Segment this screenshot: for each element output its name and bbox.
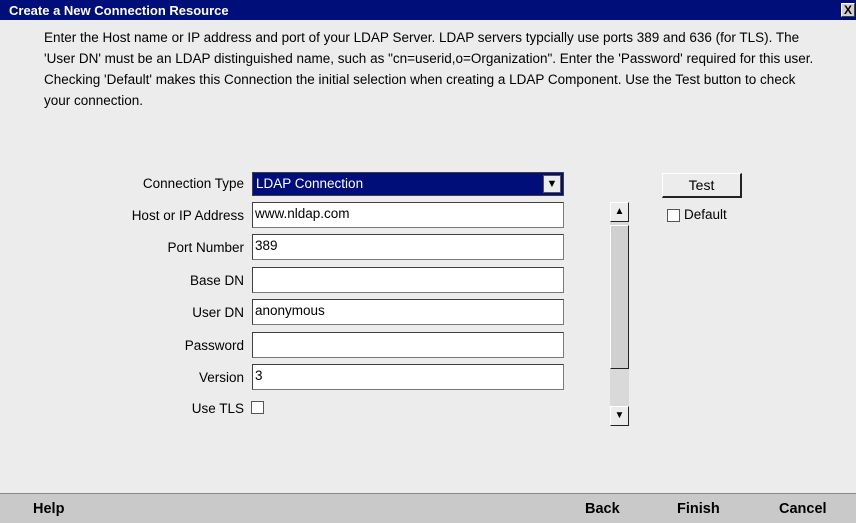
test-button[interactable]: Test xyxy=(662,173,742,198)
version-label: Version xyxy=(198,370,244,385)
back-button[interactable]: Back xyxy=(585,501,620,517)
port-input[interactable]: 389 xyxy=(252,234,564,260)
close-button[interactable]: X xyxy=(841,3,855,17)
use-tls-checkbox[interactable] xyxy=(251,401,264,414)
title-bar: Create a New Connection Resource X xyxy=(0,0,856,20)
default-checkbox[interactable] xyxy=(667,209,680,222)
port-label: Port Number xyxy=(167,240,244,255)
window-title: Create a New Connection Resource xyxy=(9,3,229,18)
password-label: Password xyxy=(184,338,244,353)
use-tls-label: Use TLS xyxy=(191,401,244,416)
user-dn-label: User DN xyxy=(192,305,244,320)
host-input[interactable]: www.nldap.com xyxy=(252,202,564,228)
cancel-button[interactable]: Cancel xyxy=(779,501,827,517)
password-input[interactable] xyxy=(252,332,564,358)
host-label: Host or IP Address xyxy=(131,208,244,223)
instructions-text: Enter the Host name or IP address and po… xyxy=(44,30,814,108)
base-dn-label: Base DN xyxy=(189,273,244,288)
user-dn-input[interactable]: anonymous xyxy=(252,299,564,325)
footer-bar: Help Back Finish Cancel xyxy=(0,493,856,523)
connection-type-select[interactable]: LDAP Connection ▼ xyxy=(252,172,564,196)
finish-button[interactable]: Finish xyxy=(677,501,720,517)
scroll-up-icon[interactable]: ▲ xyxy=(610,202,629,222)
connection-type-value: LDAP Connection xyxy=(256,176,364,191)
help-button[interactable]: Help xyxy=(33,501,64,517)
connection-type-label: Connection Type xyxy=(142,176,244,191)
chevron-down-icon[interactable]: ▼ xyxy=(543,175,561,193)
base-dn-input[interactable] xyxy=(252,267,564,293)
scroll-thumb[interactable] xyxy=(610,225,629,369)
scrollbar[interactable]: ▲ ▼ xyxy=(610,202,629,426)
default-label: Default xyxy=(684,207,727,222)
scroll-down-icon[interactable]: ▼ xyxy=(610,406,629,426)
version-input[interactable]: 3 xyxy=(252,364,564,390)
